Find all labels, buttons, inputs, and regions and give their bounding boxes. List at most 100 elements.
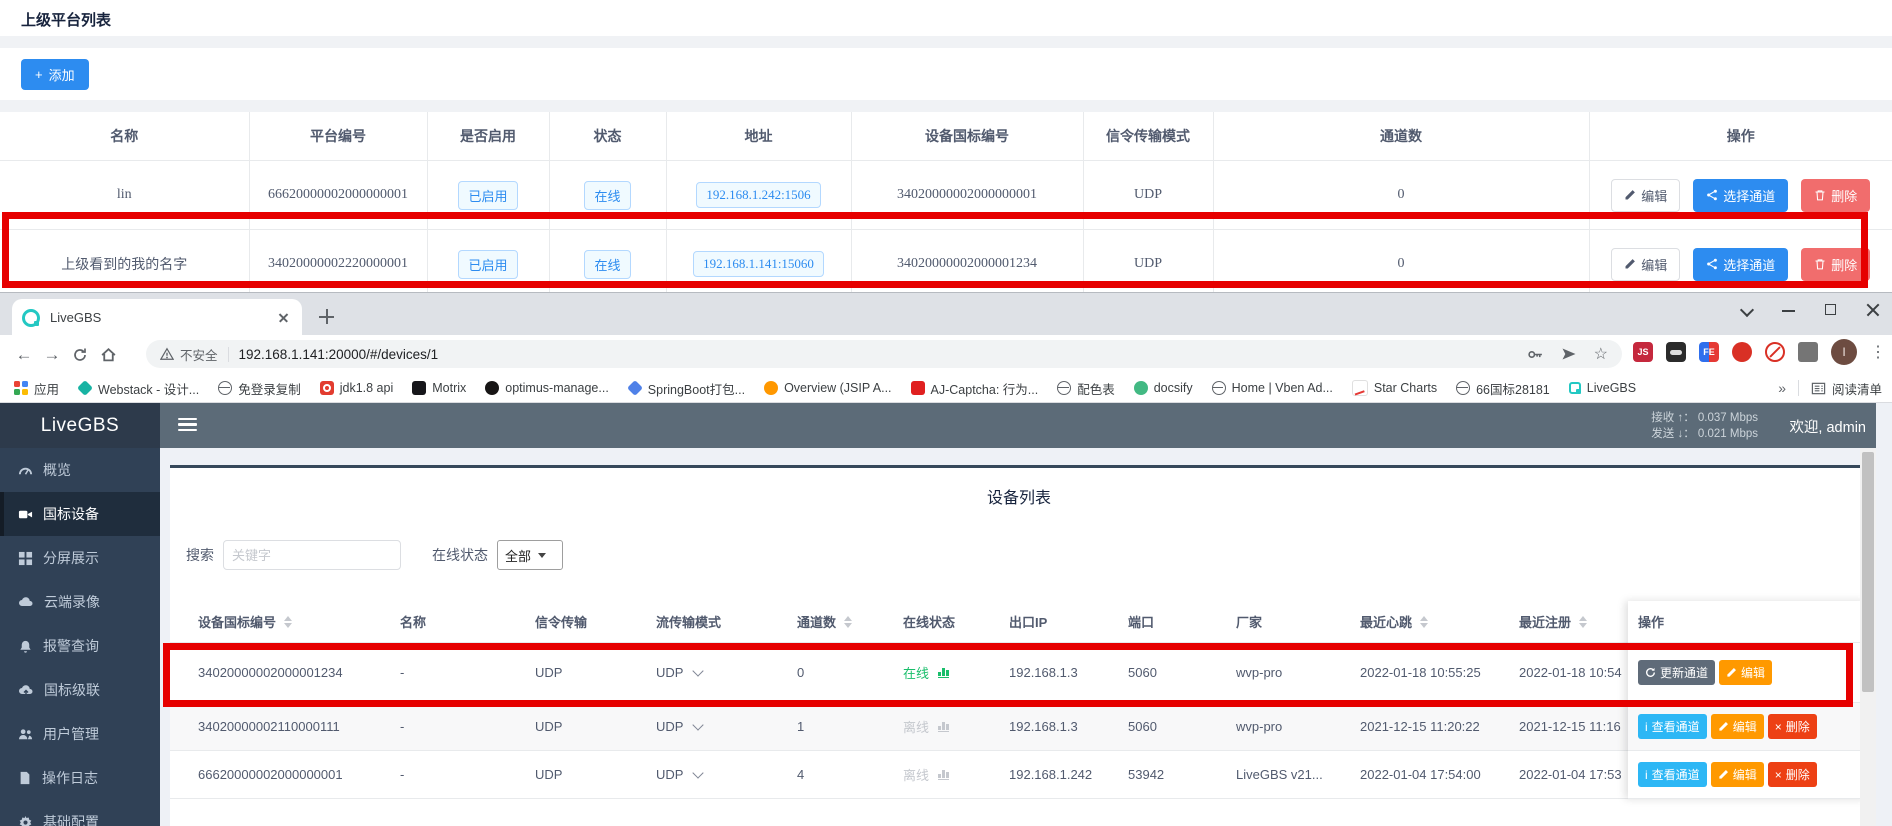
- address-badge[interactable]: 192.168.1.141:15060: [693, 251, 824, 277]
- reading-list-button[interactable]: 阅读清单: [1811, 379, 1882, 398]
- delete-button[interactable]: 删除: [1801, 179, 1870, 212]
- tab-close-icon[interactable]: [276, 310, 292, 326]
- browser-menu-icon[interactable]: ⋮: [1870, 342, 1886, 362]
- sidebar-item-user-management[interactable]: 用户管理: [0, 712, 160, 756]
- url-text[interactable]: 192.168.1.141:20000/#/devices/1: [239, 347, 1527, 362]
- bookmark-item[interactable]: SpringBoot打包...: [628, 379, 745, 398]
- security-label[interactable]: 不安全: [180, 345, 218, 364]
- send-to-device-icon[interactable]: [1561, 346, 1577, 362]
- bookmark-item[interactable]: Star Charts: [1352, 380, 1437, 396]
- col-channels[interactable]: 通道数: [797, 612, 903, 631]
- tab-search-chevron-icon[interactable]: [1734, 297, 1760, 323]
- cell-stream-select[interactable]: UDP: [656, 665, 797, 680]
- sort-icon[interactable]: [844, 616, 852, 628]
- device-table: 设备国标编号 名称 信令传输 流传输模式 通道数 在线状态 出口IP 端口 厂家…: [170, 601, 1868, 799]
- sort-icon[interactable]: [1420, 616, 1428, 628]
- device-row-highlighted[interactable]: 34020000002000001234 - UDP UDP 0 在线 192.…: [170, 643, 1868, 703]
- bookmark-item[interactable]: 66国标28181: [1456, 379, 1550, 398]
- sort-icon[interactable]: [284, 616, 292, 628]
- extension-blocker-icon[interactable]: [1732, 342, 1752, 362]
- sidebar-item-gb-cascade[interactable]: 国标级联: [0, 668, 160, 712]
- sidebar-item-basic-config[interactable]: 基础配置: [0, 800, 160, 826]
- col-register[interactable]: 最近注册: [1519, 612, 1640, 631]
- extension-noads-icon[interactable]: [1765, 342, 1785, 362]
- bookmark-item[interactable]: AJ-Captcha: 行为...: [911, 379, 1039, 398]
- delete-button[interactable]: 删除: [1801, 248, 1870, 281]
- cell-device-gb-id: 34020000002000000001: [851, 161, 1083, 230]
- view-channels-button[interactable]: i查看通道: [1638, 762, 1707, 787]
- traffic-chart-icon[interactable]: [938, 668, 949, 678]
- sidebar-toggle-hamburger-icon[interactable]: [178, 418, 197, 432]
- home-button[interactable]: [94, 341, 122, 369]
- cell-stream-select[interactable]: UDP: [656, 719, 797, 734]
- scrollbar-thumb[interactable]: [1862, 452, 1874, 692]
- bookmark-apps[interactable]: 应用: [14, 379, 59, 398]
- edit-button[interactable]: 编辑: [1611, 248, 1680, 281]
- select-channel-button[interactable]: 选择通道: [1693, 248, 1788, 281]
- update-channels-button[interactable]: 更新通道: [1638, 660, 1715, 685]
- delete-button[interactable]: ×删除: [1768, 762, 1817, 787]
- col-gb-id[interactable]: 设备国标编号: [198, 612, 400, 631]
- password-key-icon[interactable]: [1527, 346, 1544, 363]
- bookmark-item[interactable]: jdk1.8 api: [320, 381, 394, 395]
- cell-stream-select[interactable]: UDP: [656, 767, 797, 782]
- edit-button[interactable]: 编辑: [1711, 762, 1764, 787]
- device-row[interactable]: 66620000002000000001 - UDP UDP 4 离线 192.…: [170, 751, 1868, 799]
- welcome-user[interactable]: 欢迎, admin: [1789, 416, 1866, 437]
- browser-tab-active[interactable]: LiveGBS: [12, 299, 302, 336]
- bookmark-item[interactable]: Overview (JSIP A...: [764, 381, 891, 395]
- bookmarks-overflow-icon[interactable]: »: [1778, 380, 1786, 396]
- back-button[interactable]: ←: [10, 341, 38, 369]
- bookmark-item[interactable]: docsify: [1134, 381, 1193, 395]
- view-channels-button[interactable]: i查看通道: [1638, 714, 1707, 739]
- sidebar-item-split-screen[interactable]: 分屏展示: [0, 536, 160, 580]
- bookmark-item[interactable]: 配色表: [1057, 379, 1115, 398]
- extension-fe-icon[interactable]: FE: [1699, 342, 1719, 362]
- reload-button[interactable]: [66, 341, 94, 369]
- bookmark-favicon: [911, 381, 925, 395]
- sidebar-item-alarm-query[interactable]: 报警查询: [0, 624, 160, 668]
- col-heartbeat[interactable]: 最近心跳: [1360, 612, 1519, 631]
- address-badge[interactable]: 192.168.1.242:1506: [696, 182, 820, 208]
- forward-button[interactable]: →: [38, 341, 66, 369]
- edit-button[interactable]: 编辑: [1719, 660, 1772, 685]
- select-channel-button[interactable]: 选择通道: [1693, 179, 1788, 212]
- cell-online-status[interactable]: 在线: [903, 663, 1009, 682]
- extension-js-icon[interactable]: JS: [1633, 342, 1653, 362]
- extensions-puzzle-icon[interactable]: [1798, 342, 1818, 362]
- cell-channels: 0: [1213, 230, 1589, 299]
- vertical-scrollbar[interactable]: [1860, 448, 1876, 826]
- cell-ip: 192.168.1.3: [1009, 719, 1128, 734]
- sort-icon[interactable]: [1579, 616, 1587, 628]
- app-logo[interactable]: LiveGBS: [0, 403, 160, 448]
- bookmark-item[interactable]: optimus-manage...: [485, 381, 609, 395]
- reading-list-icon: [1811, 381, 1826, 396]
- extension-incognito-icon[interactable]: [1666, 342, 1686, 362]
- online-status-select[interactable]: 全部: [497, 540, 563, 570]
- add-button[interactable]: + 添加: [21, 59, 89, 90]
- address-bar[interactable]: 不安全 192.168.1.141:20000/#/devices/1 ☆: [146, 340, 1622, 368]
- search-input[interactable]: [223, 540, 401, 570]
- sidebar-item-cloud-record[interactable]: 云端录像: [0, 580, 160, 624]
- x-icon: ×: [1775, 720, 1782, 734]
- window-close-button[interactable]: [1860, 297, 1886, 323]
- delete-button[interactable]: ×删除: [1768, 714, 1817, 739]
- bookmark-item[interactable]: Webstack - 设计...: [78, 379, 199, 398]
- bookmark-item[interactable]: 免登录复制: [218, 379, 301, 398]
- edit-button[interactable]: 编辑: [1711, 714, 1764, 739]
- profile-avatar[interactable]: I: [1831, 339, 1857, 365]
- new-tab-button[interactable]: [316, 306, 338, 328]
- sidebar-item-operation-log[interactable]: 操作日志: [0, 756, 160, 800]
- edit-button[interactable]: 编辑: [1611, 179, 1680, 212]
- bookmark-item[interactable]: Home | Vben Ad...: [1212, 381, 1333, 395]
- col-address: 地址: [666, 112, 851, 161]
- sidebar-item-overview[interactable]: 概览: [0, 448, 160, 492]
- bookmark-item[interactable]: LiveGBS: [1569, 381, 1636, 395]
- bookmark-favicon: [764, 381, 778, 395]
- window-maximize-button[interactable]: [1818, 297, 1844, 323]
- sidebar-item-gb-devices[interactable]: 国标设备: [0, 492, 160, 536]
- window-minimize-button[interactable]: [1776, 297, 1802, 323]
- device-row[interactable]: 34020000002110000111 - UDP UDP 1 离线 192.…: [170, 703, 1868, 751]
- bookmark-item[interactable]: Motrix: [412, 381, 466, 395]
- bookmark-star-icon[interactable]: ☆: [1594, 344, 1608, 364]
